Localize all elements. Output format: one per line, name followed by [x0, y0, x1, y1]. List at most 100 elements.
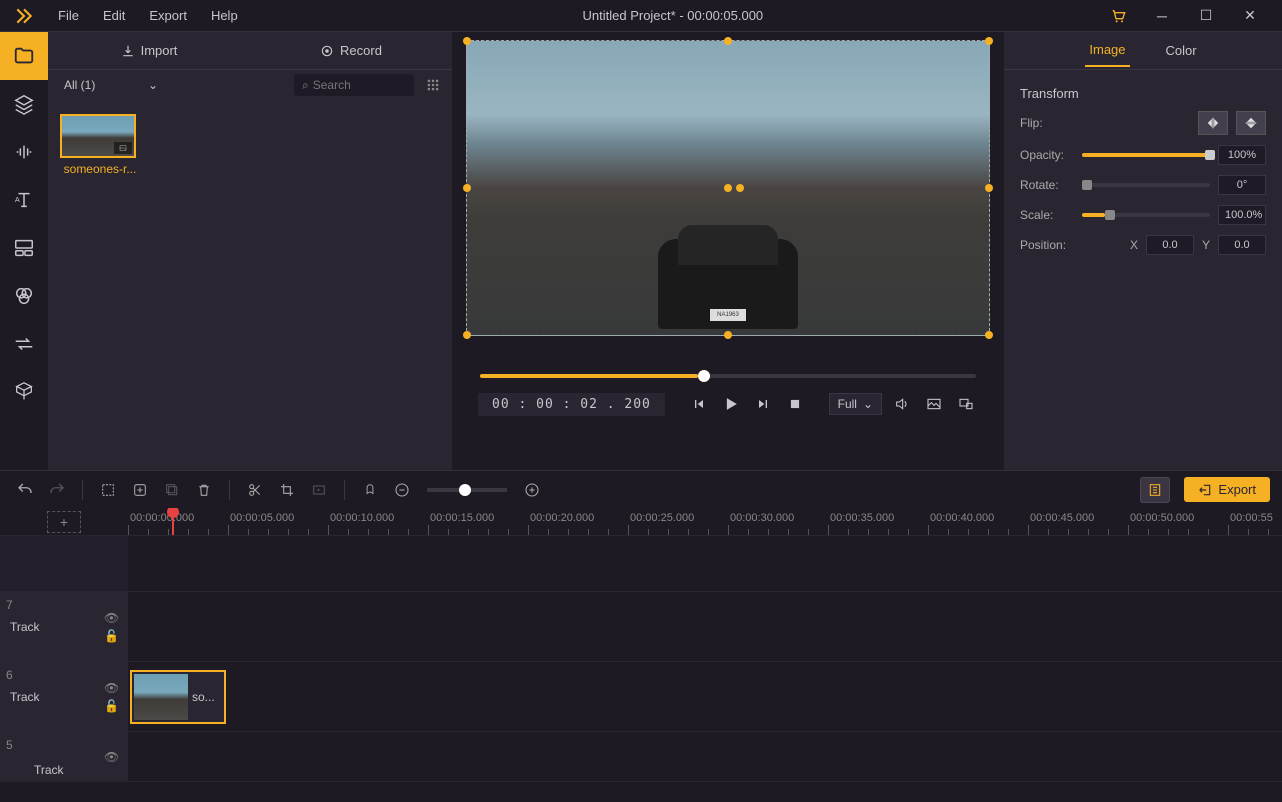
prev-frame-button[interactable] — [687, 392, 711, 416]
preview-canvas[interactable]: NA1963 — [466, 40, 990, 336]
app-logo-icon — [0, 0, 48, 32]
handle-bl[interactable] — [463, 331, 471, 339]
handle-lc[interactable] — [463, 184, 471, 192]
nav-text-icon[interactable]: A — [0, 176, 48, 224]
handle-center[interactable] — [724, 184, 732, 192]
snapshot-button[interactable] — [922, 392, 946, 416]
position-y-value[interactable]: 0.0 — [1218, 235, 1266, 255]
stop-button[interactable] — [783, 392, 807, 416]
cart-icon[interactable] — [1098, 1, 1138, 31]
image-type-icon — [114, 142, 132, 154]
library-filter-select[interactable]: All (1) ⌄ — [56, 74, 166, 96]
tab-color[interactable]: Color — [1162, 35, 1201, 66]
visibility-icon[interactable]: 👁 — [104, 750, 118, 764]
nav-transitions-icon[interactable] — [0, 320, 48, 368]
track-head-6[interactable]: 6 Track 👁 🔓 — [0, 662, 128, 731]
split-icon[interactable] — [242, 477, 268, 503]
nav-elements-icon[interactable] — [0, 368, 48, 416]
track-head-7[interactable]: 7 Track 👁 🔓 — [0, 592, 128, 661]
marker-icon[interactable] — [357, 477, 383, 503]
seek-fill — [480, 374, 698, 378]
preview-size-select[interactable]: Full ⌄ — [829, 393, 882, 415]
nav-media-icon[interactable] — [0, 32, 48, 80]
nav-layers-icon[interactable] — [0, 80, 48, 128]
menu-file[interactable]: File — [48, 2, 89, 29]
tab-image[interactable]: Image — [1085, 34, 1129, 67]
speed-icon[interactable] — [306, 477, 332, 503]
handle-tr[interactable] — [985, 37, 993, 45]
flip-horizontal-button[interactable] — [1198, 111, 1228, 135]
nav-audio-icon[interactable] — [0, 128, 48, 176]
rotate-slider[interactable] — [1082, 183, 1210, 187]
scale-slider[interactable] — [1082, 213, 1210, 217]
library-search-input[interactable] — [313, 78, 406, 92]
track-name: Track — [10, 690, 40, 704]
opacity-value[interactable]: 100% — [1218, 145, 1266, 165]
close-button[interactable]: ✕ — [1230, 1, 1270, 31]
track-lane-7[interactable] — [128, 592, 1282, 661]
track-head-5[interactable]: 5 Track 👁 — [0, 732, 128, 781]
flip-vertical-button[interactable] — [1236, 111, 1266, 135]
zoom-slider[interactable] — [427, 488, 507, 492]
media-clip-item[interactable]: someones-r... — [60, 114, 140, 176]
copy-icon[interactable] — [159, 477, 185, 503]
scale-value[interactable]: 100.0% — [1218, 205, 1266, 225]
visibility-icon[interactable]: 👁 — [104, 611, 118, 625]
nav-overlay-icon[interactable] — [0, 224, 48, 272]
side-nav: A — [0, 32, 48, 470]
export-label: Export — [1218, 482, 1256, 497]
position-x-value[interactable]: 0.0 — [1146, 235, 1194, 255]
media-thumbnail — [60, 114, 136, 158]
handle-br[interactable] — [985, 331, 993, 339]
export-button[interactable]: Export — [1184, 477, 1270, 502]
zoom-knob[interactable] — [459, 484, 471, 496]
handle-rc[interactable] — [985, 184, 993, 192]
tab-import[interactable]: Import — [48, 32, 250, 69]
ruler-marks[interactable]: 00:00:00.00000:00:05.00000:00:10.00000:0… — [128, 508, 1282, 535]
handle-tc[interactable] — [724, 37, 732, 45]
add-marker-icon[interactable] — [127, 477, 153, 503]
select-mode-icon[interactable] — [95, 477, 121, 503]
handle-bc[interactable] — [724, 331, 732, 339]
handle-center2[interactable] — [736, 184, 744, 192]
next-frame-button[interactable] — [751, 392, 775, 416]
preview-seek-bar[interactable] — [480, 374, 976, 378]
library-panel: Import Record All (1) ⌄ ⌕ — [48, 32, 452, 470]
maximize-button[interactable]: ☐ — [1186, 1, 1226, 31]
delete-icon[interactable] — [191, 477, 217, 503]
menu-edit[interactable]: Edit — [93, 2, 135, 29]
snap-button[interactable] — [1140, 477, 1170, 503]
redo-button[interactable] — [44, 477, 70, 503]
library-search[interactable]: ⌕ — [294, 74, 414, 96]
ruler-mark: 00:00:00.000 — [130, 512, 194, 524]
minimize-button[interactable]: ─ — [1142, 1, 1182, 31]
track-number: 7 — [6, 598, 13, 612]
visibility-icon[interactable]: 👁 — [104, 681, 118, 695]
volume-button[interactable] — [890, 392, 914, 416]
playhead[interactable] — [172, 508, 174, 535]
nav-effects-icon[interactable] — [0, 272, 48, 320]
grid-view-icon[interactable] — [422, 74, 444, 96]
lock-icon[interactable]: 🔓 — [104, 699, 118, 713]
handle-tl[interactable] — [463, 37, 471, 45]
timeline-clip[interactable]: so... — [130, 670, 226, 724]
opacity-slider[interactable] — [1082, 153, 1210, 157]
rotate-value[interactable]: 0° — [1218, 175, 1266, 195]
zoom-out-icon[interactable] — [389, 477, 415, 503]
zoom-in-icon[interactable] — [519, 477, 545, 503]
track-lane-5[interactable] — [128, 732, 1282, 781]
crop-icon[interactable] — [274, 477, 300, 503]
play-button[interactable] — [719, 392, 743, 416]
lock-icon[interactable]: 🔓 — [104, 629, 118, 643]
fullscreen-button[interactable] — [954, 392, 978, 416]
menu-help[interactable]: Help — [201, 2, 248, 29]
position-label: Position: — [1020, 238, 1074, 252]
undo-button[interactable] — [12, 477, 38, 503]
tab-record[interactable]: Record — [250, 32, 452, 69]
track-name: Track — [10, 620, 40, 634]
add-track-button[interactable]: + — [47, 511, 81, 533]
seek-knob[interactable] — [698, 370, 710, 382]
menu-export[interactable]: Export — [139, 2, 197, 29]
track-lane-6[interactable]: so... — [128, 662, 1282, 731]
ruler-mark: 00:00:15.000 — [430, 512, 494, 524]
